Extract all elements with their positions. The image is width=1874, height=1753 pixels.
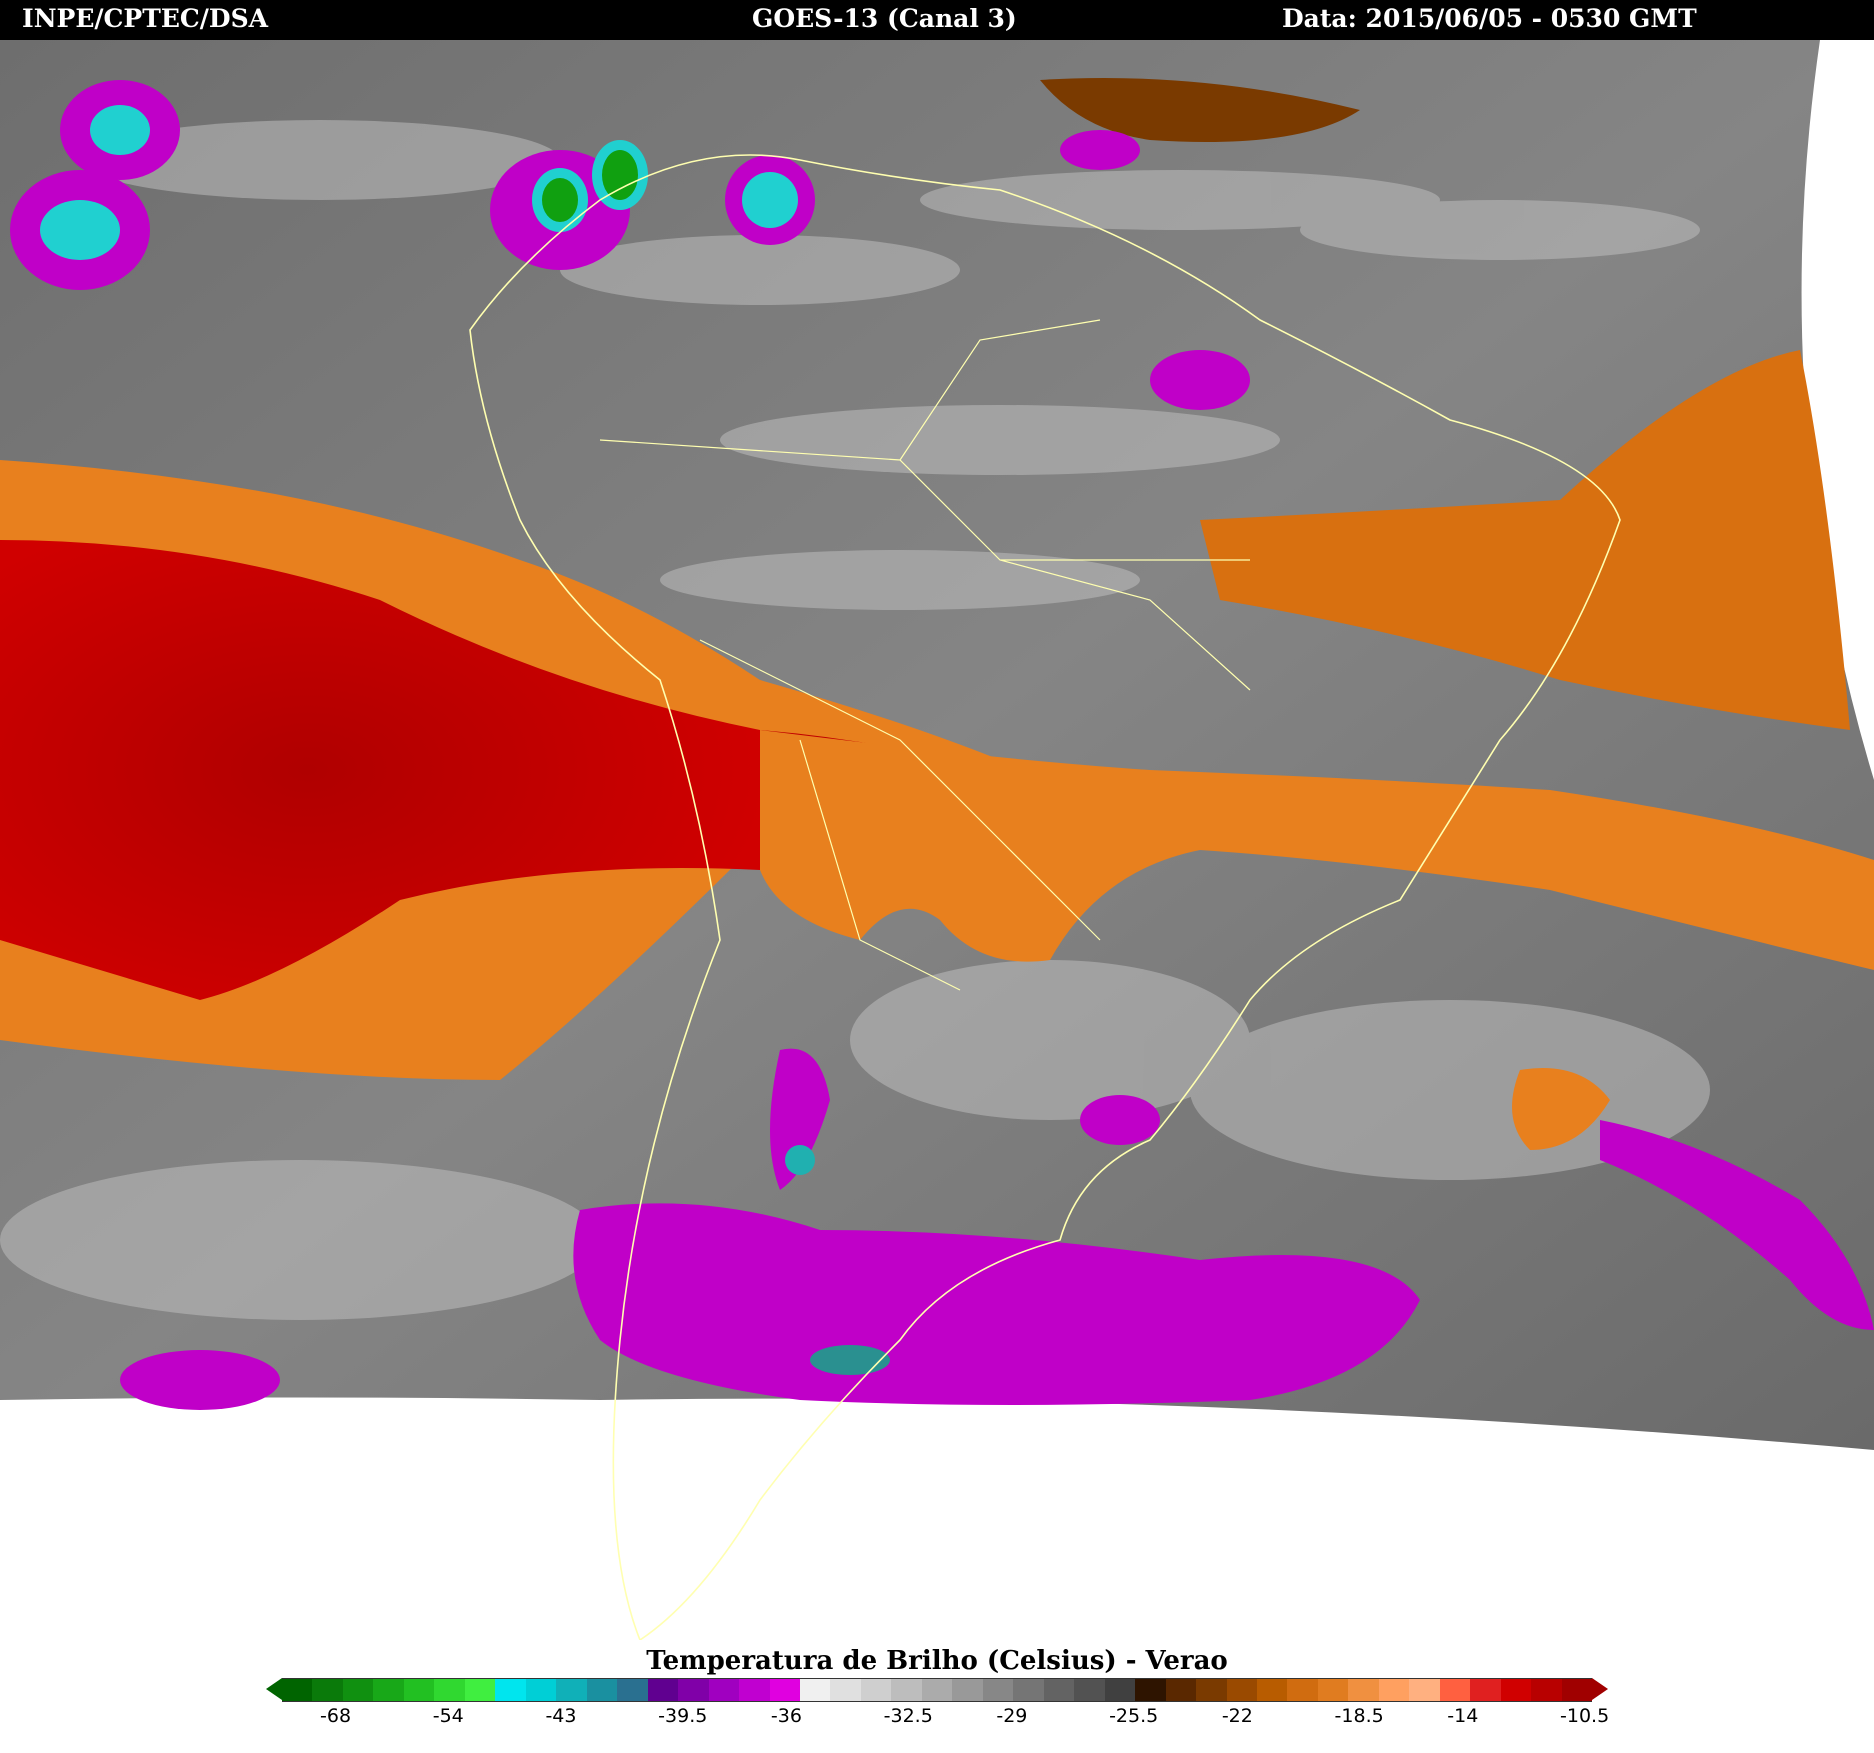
colorbar-segment (556, 1679, 587, 1701)
colorbar-segment (1500, 1679, 1532, 1701)
colorbar-segment (1074, 1679, 1105, 1701)
colorbar-segment (464, 1679, 496, 1701)
colorbar-segment (982, 1679, 1014, 1701)
colorbar-segment (373, 1679, 404, 1701)
colorbar-segment (586, 1679, 618, 1701)
colorbar-segment (739, 1679, 770, 1701)
colorbar-segment (1104, 1679, 1136, 1701)
colorbar-segment (952, 1679, 983, 1701)
colorbar-tick-label: -32.5 (883, 1705, 933, 1727)
colorbar-segment (1287, 1679, 1318, 1701)
colorbar-segment (312, 1679, 343, 1701)
colorbar-segment (1165, 1679, 1197, 1701)
colorbar-tick-label: -25.5 (1109, 1705, 1159, 1727)
colorbar-segment (1226, 1679, 1257, 1701)
colorbar-segment (678, 1679, 709, 1701)
header-bar: INPE/CPTEC/DSA GOES-13 (Canal 3) Data: 2… (0, 0, 1874, 40)
colorbar-segment (708, 1679, 740, 1701)
colorbar-segment (1348, 1679, 1379, 1701)
colorbar-segment (830, 1679, 861, 1701)
colorbar-segment (495, 1679, 526, 1701)
colorbar-tick-label: -36 (770, 1705, 802, 1727)
colorbar-segment (1378, 1679, 1410, 1701)
colorbar-tick-label: -22 (1221, 1705, 1253, 1727)
colorbar-tick-label: -14 (1447, 1705, 1479, 1727)
colorbar-right-arrow (1592, 1678, 1608, 1700)
colorbar-segment (1470, 1679, 1501, 1701)
agency-label: INPE/CPTEC/DSA (22, 4, 269, 33)
colorbar-segment (647, 1679, 679, 1701)
colorbar-segment (921, 1679, 953, 1701)
colorbar-segment (1439, 1679, 1471, 1701)
colorbar-ticks: -68 -54 -43 -39.5 -36 -32.5 -29 -25.5 -22 -18.5 -1… (0, 1705, 1874, 1735)
colorbar-segment (1196, 1679, 1227, 1701)
date-time-label: Data: 2015/06/05 - 0530 GMT (1282, 4, 1697, 33)
colorbar-segment (525, 1679, 557, 1701)
satellite-map (0, 40, 1874, 1640)
colorbar-segment (799, 1679, 831, 1701)
colorbar-segment (1561, 1679, 1593, 1701)
satellite-channel-label: GOES-13 (Canal 3) (752, 4, 1017, 33)
colorbar-tick-label: -18.5 (1334, 1705, 1384, 1727)
colorbar-tick-label: -39.5 (658, 1705, 708, 1727)
colorbar-segment (1043, 1679, 1075, 1701)
legend-title: Temperatura de Brilho (Celsius) - Verao (646, 1646, 1228, 1676)
colorbar-segment (769, 1679, 800, 1701)
colorbar-tick-label: -29 (996, 1705, 1028, 1727)
temperature-colorbar (282, 1678, 1593, 1702)
colorbar-segment (434, 1679, 465, 1701)
colorbar-segment (1257, 1679, 1288, 1701)
colorbar-segment (342, 1679, 374, 1701)
colorbar-segment (1135, 1679, 1166, 1701)
colorbar-tick-label: -54 (432, 1705, 464, 1727)
colorbar-tick-label: -43 (545, 1705, 577, 1727)
colorbar-left-arrow (266, 1678, 282, 1700)
colorbar-segment (860, 1679, 892, 1701)
colorbar-segment (1317, 1679, 1349, 1701)
colorbar-segment (617, 1679, 648, 1701)
colorbar-segment (891, 1679, 922, 1701)
colorbar-tick-label: -68 (320, 1705, 352, 1727)
colorbar-segment (1531, 1679, 1562, 1701)
colorbar-segment (282, 1679, 313, 1701)
colorbar-tick-label: -10.5 (1560, 1705, 1610, 1727)
colorbar-segment (1013, 1679, 1044, 1701)
colorbar-segment (1409, 1679, 1440, 1701)
colorbar-segment (403, 1679, 435, 1701)
